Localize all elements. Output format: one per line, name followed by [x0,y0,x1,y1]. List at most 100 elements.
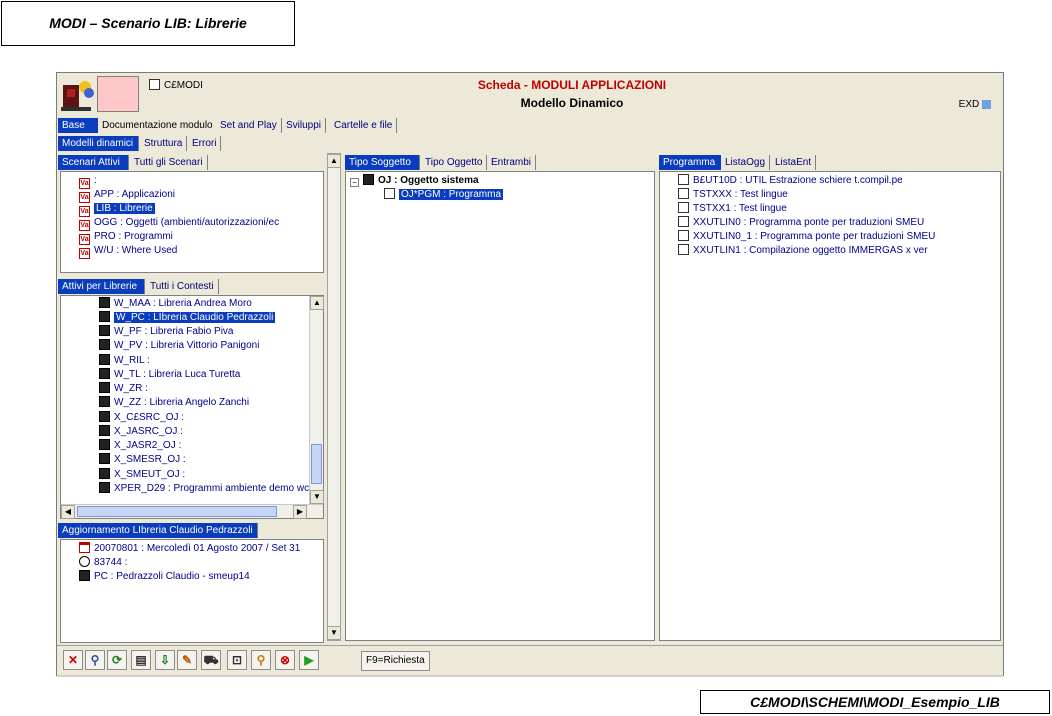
tree-item[interactable]: 83744 : [79,556,127,570]
programma-tabs: Programma ListaOgg ListaEnt [659,155,1001,171]
library-icon [99,425,110,436]
sub-tabs: Modelli dinamici Struttura Errori [58,136,1002,152]
calendar-icon [79,542,90,553]
tree-item[interactable]: X_C£SRC_OJ : [99,411,184,425]
search-icon[interactable]: ⚲ [251,650,271,670]
play-icon[interactable]: ▶ [299,650,319,670]
select-icon[interactable]: ⊡ [227,650,247,670]
scroll-down-button[interactable]: ▼ [327,626,341,640]
tree-item[interactable]: W_RIL : [99,354,150,368]
scroll-down-button[interactable]: ▼ [310,490,324,504]
print-icon[interactable]: ▤ [131,650,151,670]
tab-modelli-dinamici[interactable]: Modelli dinamici [58,136,139,151]
tab-tutti-gli-scenari[interactable]: Tutti gli Scenari [130,155,208,170]
tab-attivi-per-librerie[interactable]: Attivi per Librerie [58,279,145,294]
scenario-icon: Va [79,248,90,259]
tree-item[interactable]: Va LIB : Librerie [79,202,155,217]
librerie-vertical-scrollbar[interactable]: ▲ ▼ [309,296,324,504]
tree-item[interactable]: W_PV : Libreria Vittorio Panigoni [99,339,259,353]
tree-item[interactable]: 20070801 : Mercoledì 01 Agosto 2007 / Se… [79,542,300,556]
tree-item[interactable]: W_ZR : [99,382,148,396]
tree-item[interactable]: XXUTLIN0 : Programma ponte per traduzion… [678,216,924,230]
librerie-horizontal-scrollbar[interactable]: ◀ ▶ [61,504,323,519]
bottom-toolbar: ✕ ⚲ ⟳ ▤ ⇩ ✎ ⛟ ⊡ ⚲ ⊗ ▶ F9=Richiesta [57,645,1003,676]
program-icon [678,202,689,213]
program-icon [678,188,689,199]
library-icon [99,311,110,322]
scroll-up-button[interactable]: ▲ [327,154,341,168]
tree-item[interactable]: W_PC : LIbreria Claudio Pedrazzoli [99,311,276,325]
programma-list: B£UT10D : UTIL Estrazione schiere t.comp… [659,171,1001,641]
exd-icon [982,100,991,109]
status-bar [57,675,1003,677]
app-label: C£MODI [149,79,203,91]
tab-tipo-soggetto[interactable]: Tipo Soggetto [345,155,420,170]
tree-item[interactable]: Va OGG : Oggetti (ambienti/autorizzazioni… [79,216,279,231]
tree-item[interactable]: Va PRO : Programmi [79,230,173,245]
close-icon[interactable]: ✕ [63,650,83,670]
tree-item[interactable]: Va W/U : Where Used [79,244,177,259]
tab-tutti-i-contesti[interactable]: Tutti i Contesti [146,279,219,294]
program-icon [384,188,395,199]
collapse-icon[interactable]: − [350,178,359,187]
page-subtitle: Modello Dinamico [520,96,624,110]
tab-cartelle-e-file[interactable]: Cartelle e file [330,118,398,133]
tree-item[interactable]: − OJ : Oggetto sistema [350,174,479,188]
tab-programma[interactable]: Programma [659,155,722,170]
tree-item[interactable]: W_TL : Libreria Luca Turetta [99,368,240,382]
tree-item[interactable]: X_SMESR_OJ : [99,453,186,467]
tree-item[interactable]: Va: [79,174,97,189]
scroll-right-button[interactable]: ▶ [293,505,307,519]
stop-icon[interactable]: ⊗ [275,650,295,670]
tree-item[interactable]: XPER_D29 : Programmi ambiente demo wc [99,482,309,496]
program-icon [678,216,689,227]
tab-listaogg[interactable]: ListaOgg [721,155,771,170]
tab-scenari-attivi[interactable]: Scenari Attivi [58,155,129,170]
tree-item[interactable]: X_JASRC_OJ : [99,425,183,439]
left-splitter-scrollbar[interactable]: ▲ ▼ [327,153,341,641]
aggiornamento-tabs: Aggiornamento LIbreria Claudio Pedrazzol… [58,523,326,539]
refresh-icon[interactable]: ⟳ [107,650,127,670]
tree-item[interactable]: OJ*PGM : Programma [384,188,504,202]
tree-item[interactable]: Va APP : Applicazioni [79,188,175,203]
tab-errori[interactable]: Errori [188,136,222,151]
tab-entrambi[interactable]: Entrambi [487,155,537,170]
zoom-icon[interactable]: ⚲ [85,650,105,670]
image-placeholder [97,76,139,112]
scroll-thumb[interactable] [77,506,277,517]
tree-item[interactable]: TSTXX1 : Test lingue [678,202,787,216]
library-icon [99,439,110,450]
cart-icon[interactable]: ⛟ [201,650,221,670]
f9-richiesta-button[interactable]: F9=Richiesta [361,651,430,671]
tab-listaent[interactable]: ListaEnt [771,155,817,170]
tree-item[interactable]: X_SMEUT_OJ : [99,468,185,482]
tree-item[interactable]: X_JASR2_OJ : [99,439,181,453]
tab-documentazione-modulo[interactable]: Documentazione modulo [98,118,218,133]
exd-button[interactable]: EXD [959,99,995,110]
tree-item[interactable]: B£UT10D : UTIL Estrazione schiere t.comp… [678,174,903,188]
scenari-tree: Va: Va APP : Applicazioni Va LIB : Libreri… [60,171,324,273]
program-icon [678,174,689,185]
tab-set-and-play[interactable]: Set and Play [216,118,282,133]
tree-item[interactable]: W_ZZ : Libreria Angelo Zanchi [99,396,249,410]
tab-tipo-oggetto[interactable]: Tipo Oggetto [421,155,488,170]
tree-item[interactable]: PC : Pedrazzoli Claudio - smeup14 [79,570,250,584]
page-title: Scheda - MODULI APPLICAZIONI [477,78,667,92]
edit-icon[interactable]: ✎ [177,650,197,670]
library-icon [99,482,110,493]
scroll-up-button[interactable]: ▲ [310,296,324,310]
tree-item[interactable]: XXUTLIN0_1 : Programma ponte per traduzi… [678,230,935,244]
tree-item[interactable]: W_PF : Libreria Fabio Piva [99,325,234,339]
tree-item[interactable]: W_MAA : Libreria Andrea Moro [99,297,252,311]
librerie-tabs: Attivi per Librerie Tutti i Contesti [58,279,326,295]
tree-item[interactable]: TSTXXX : Test lingue [678,188,788,202]
tab-aggiornamento[interactable]: Aggiornamento LIbreria Claudio Pedrazzol… [58,523,258,538]
scenari-tabs: Scenari Attivi Tutti gli Scenari [58,155,326,171]
tab-struttura[interactable]: Struttura [140,136,188,151]
scroll-left-button[interactable]: ◀ [61,505,75,519]
tab-base[interactable]: Base [58,118,99,133]
export-icon[interactable]: ⇩ [155,650,175,670]
scroll-thumb[interactable] [311,444,322,484]
tree-item[interactable]: XXUTLIN1 : Compilazione oggetto IMMERGAS… [678,244,928,258]
tab-sviluppi[interactable]: Sviluppi [282,118,327,133]
